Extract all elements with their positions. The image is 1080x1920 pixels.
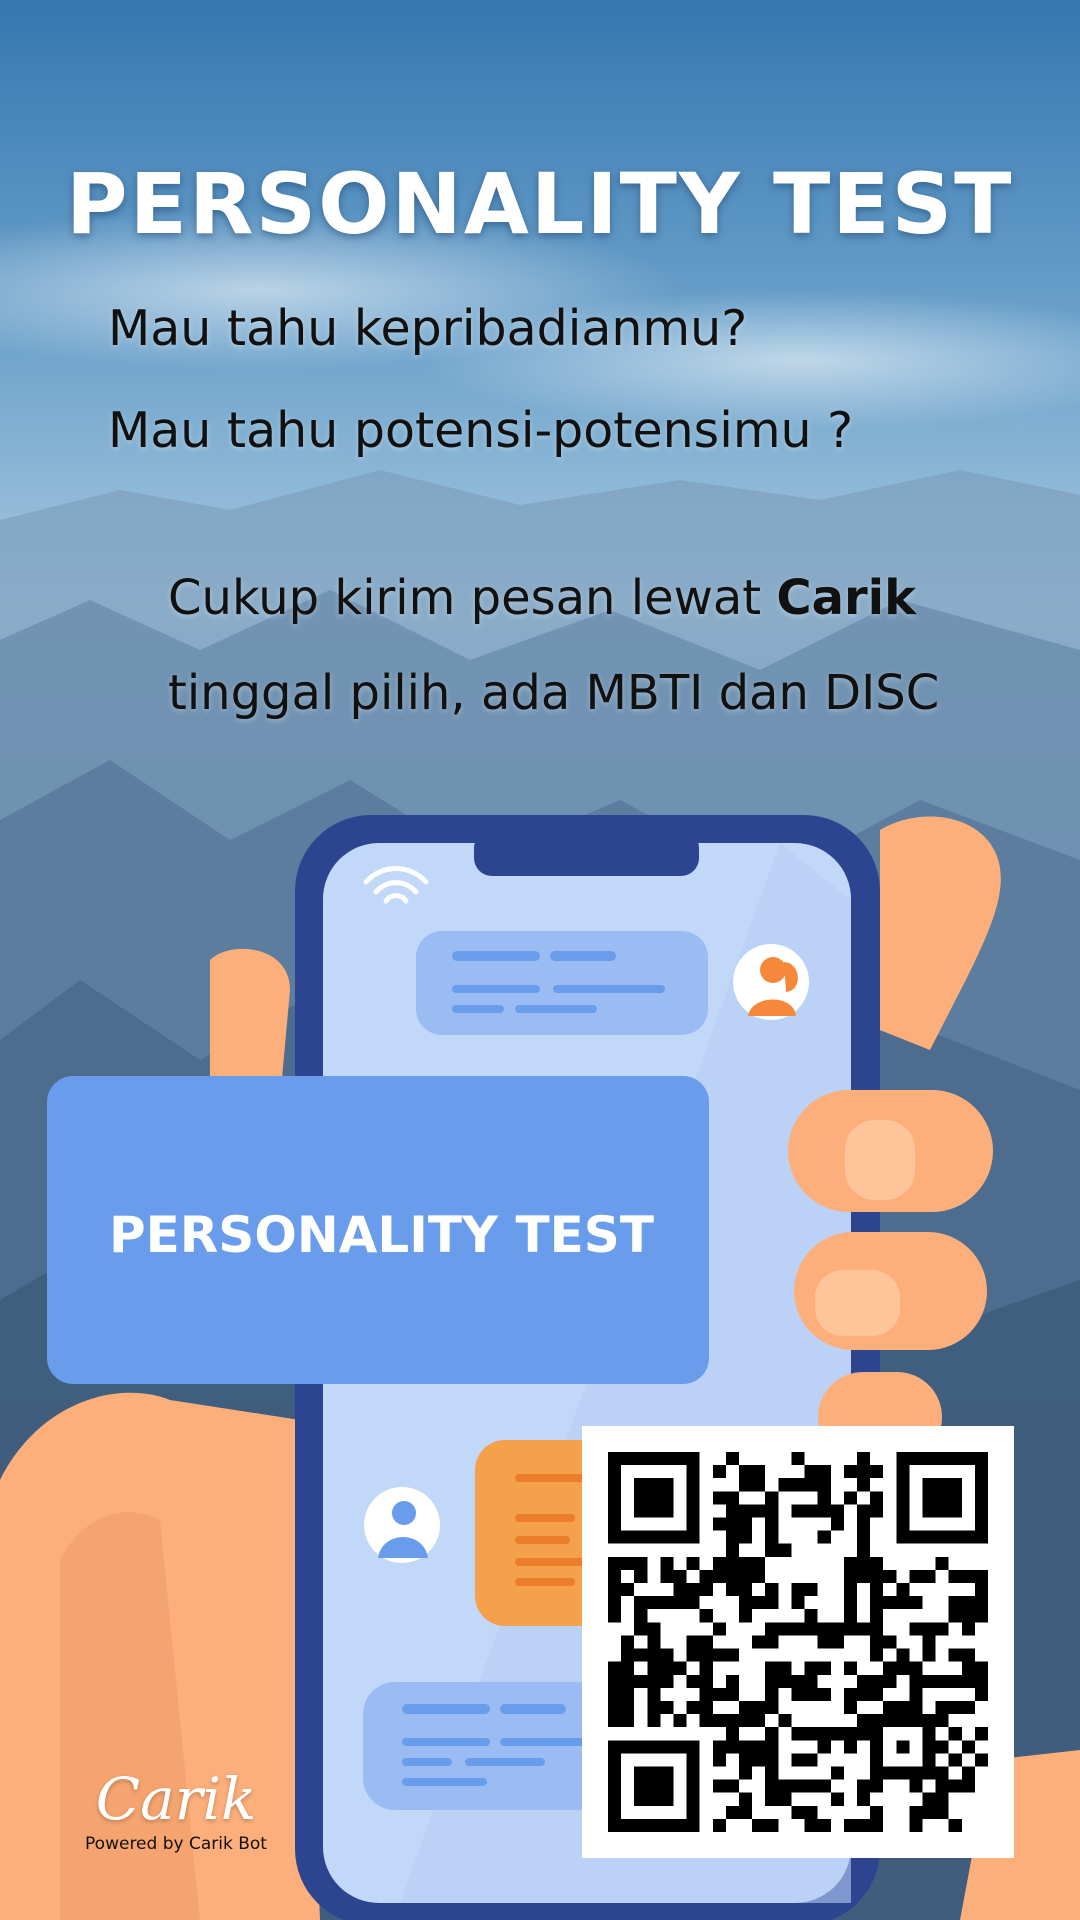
thumb-icon [880,816,1001,1050]
cta-line-1-text: Cukup kirim pesan lewat [168,570,777,626]
card-title: PERSONALITY TEST [109,1206,654,1264]
question-personality: Mau tahu kepribadianmu? [108,300,748,357]
page-title: PERSONALITY TEST [66,155,1014,253]
powered-by-text: Powered by Carik Bot [85,1834,267,1854]
brand-footer: Carik Powered by Carik Bot [76,1770,276,1854]
male-avatar-icon [364,1487,440,1563]
carik-logo: Carik [95,1765,257,1833]
cta-line-2: tinggal pilih, ada MBTI dan DISC [168,665,940,721]
qr-code [582,1426,1014,1858]
personality-test-card: PERSONALITY TEST [47,1076,709,1384]
cta-brand-name: Carik [776,570,917,626]
cta-line-1: Cukup kirim pesan lewat Carik [168,570,916,626]
female-avatar-icon [733,944,809,1020]
question-potential: Mau tahu potensi-potensimu ? [108,402,854,459]
